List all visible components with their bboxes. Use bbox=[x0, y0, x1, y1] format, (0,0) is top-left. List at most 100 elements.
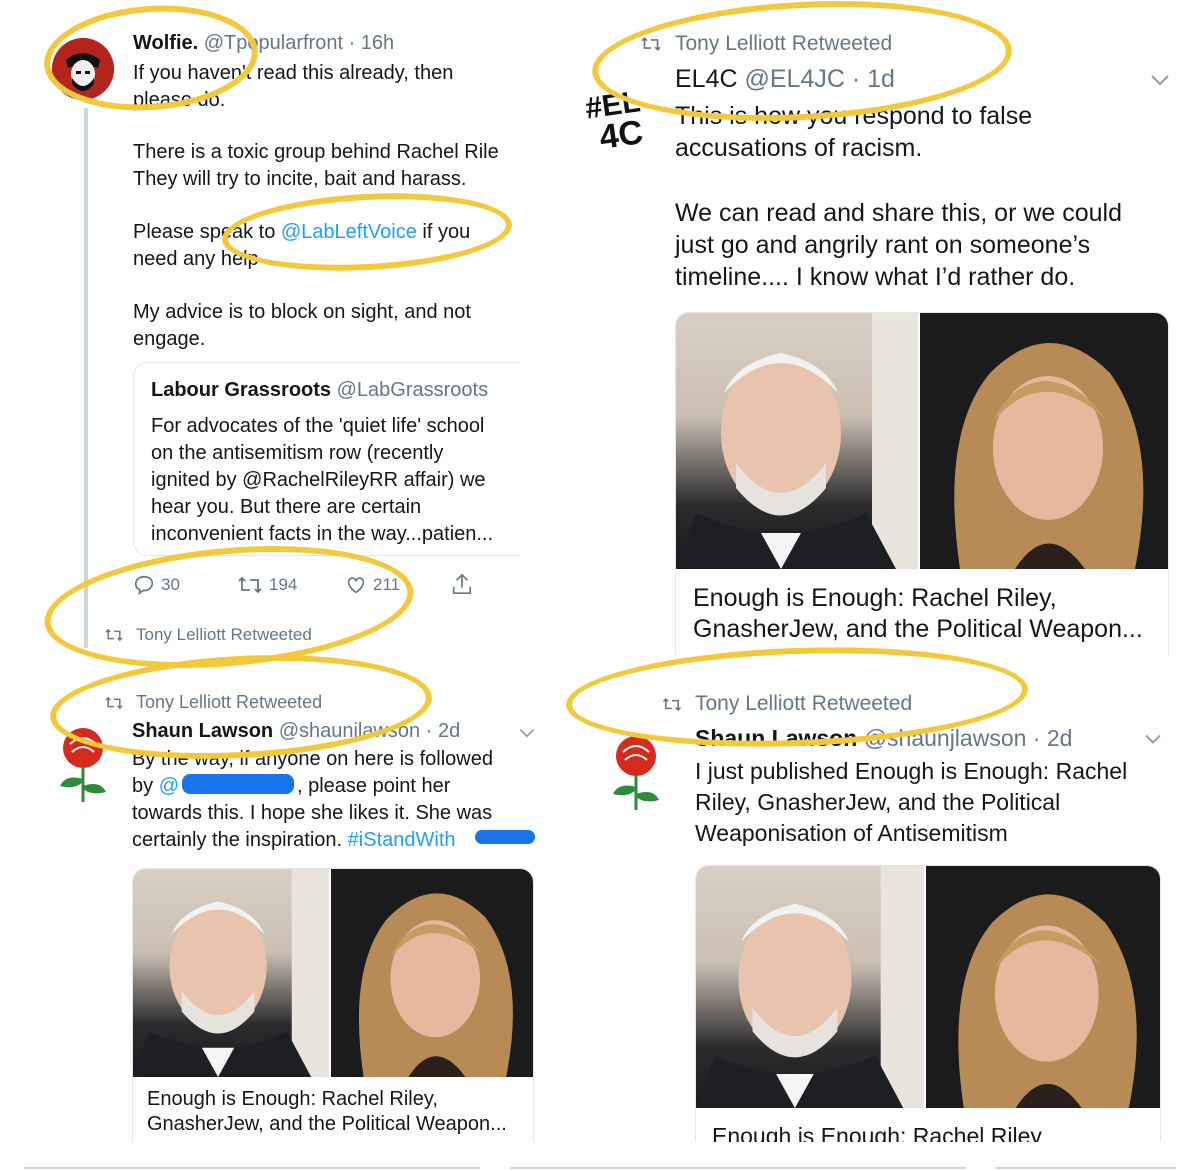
card-image-left bbox=[133, 869, 329, 1077]
portrait-woman-icon bbox=[958, 894, 1137, 1108]
tweet-text-span: by bbox=[132, 775, 159, 797]
handle[interactable]: @EL4JC bbox=[745, 65, 845, 93]
reply-button[interactable]: 30 bbox=[133, 574, 180, 596]
avatar-el4c[interactable]: #EL 4C bbox=[583, 82, 655, 157]
retweeted-by-label[interactable]: Tony Lelliott Retweeted bbox=[695, 692, 912, 716]
panel-top-left: Wolfie. @Tpopularfront · 16h If you have… bbox=[30, 0, 520, 660]
tweet-line: By the way, if anyone on here is followe… bbox=[132, 748, 493, 770]
portrait-woman-icon bbox=[358, 893, 513, 1077]
timestamp[interactable]: 2d bbox=[438, 720, 460, 742]
retweet-icon bbox=[238, 576, 262, 594]
tweet-line: engage. bbox=[133, 328, 206, 350]
retweeted-by-label[interactable]: Tony Lelliott Retweeted bbox=[675, 32, 892, 56]
retweet-button[interactable]: 194 bbox=[237, 574, 297, 596]
display-name[interactable]: Shaun Lawson bbox=[132, 720, 273, 742]
link-card[interactable]: Enough is Enough: Rachel Riley bbox=[695, 865, 1161, 1142]
quoted-line: For advocates of the 'quiet life' school bbox=[151, 415, 485, 437]
retweet-icon bbox=[105, 696, 123, 709]
card-title: Enough is Enough: Rachel Riley, GnasherJ… bbox=[147, 1087, 507, 1137]
link-card[interactable]: Enough is Enough: Rachel Riley, GnasherJ… bbox=[675, 312, 1169, 655]
tweet-body: I just published Enough is Enough: Rache… bbox=[695, 756, 1127, 849]
quoted-line: hear you. But there are certain bbox=[151, 496, 422, 518]
panel-bottom-left: Tony Lelliott Retweeted Shaun Lawson @sh… bbox=[30, 672, 540, 1142]
thread-line bbox=[84, 108, 88, 648]
tweet-header: Shaun Lawson @shaunjlawson · 2d bbox=[132, 720, 461, 742]
el4c-logo-icon: #EL 4C bbox=[583, 85, 645, 157]
quoted-handle[interactable]: @LabGrassroots bbox=[337, 379, 488, 401]
tweet-line: My advice is to block on sight, and not bbox=[133, 301, 471, 323]
link-card[interactable]: Enough is Enough: Rachel Riley, GnasherJ… bbox=[132, 868, 534, 1142]
tweet-line: They will try to incite, bait and harass… bbox=[133, 168, 467, 190]
timestamp[interactable]: 1d bbox=[867, 65, 895, 93]
card-title: Enough is Enough: Rachel Riley bbox=[712, 1122, 1042, 1142]
tweet-line: timeline.... I know what I’d rather do. bbox=[675, 263, 1076, 291]
tweet-paragraph: Please speak to @LabLeftVoice if you nee… bbox=[133, 219, 520, 273]
quoted-tweet[interactable]: Labour Grassroots @LabGrassroots For adv… bbox=[133, 362, 520, 556]
retweeted-by-label[interactable]: Tony Lelliott Retweeted bbox=[136, 625, 312, 645]
panel-top-right: Tony Lelliott Retweeted #EL 4C EL4C @EL4… bbox=[583, 0, 1200, 655]
tweet-text-span: Please speak to bbox=[133, 221, 281, 243]
portrait-woman-icon bbox=[954, 343, 1144, 569]
tweet-text-span: certainly the inspiration. bbox=[132, 829, 348, 851]
tweet-line: There is a toxic group behind Rachel Ril… bbox=[133, 141, 499, 163]
card-title: Enough is Enough: Rachel Riley, GnasherJ… bbox=[693, 583, 1143, 645]
tweet-body: If you haven't read this already, then p… bbox=[133, 60, 520, 114]
handle[interactable]: @shaunjlawson bbox=[279, 720, 421, 742]
avatar-rose[interactable] bbox=[601, 732, 671, 812]
card-title-line: GnasherJew, and the Political Weapon... bbox=[147, 1113, 507, 1135]
chevron-down-icon[interactable] bbox=[518, 726, 536, 740]
quoted-body: For advocates of the 'quiet life' school… bbox=[151, 413, 493, 548]
tweet-line: If you haven't read this already, then bbox=[133, 62, 454, 84]
avatar-wolfie[interactable] bbox=[52, 38, 114, 100]
retweet-icon bbox=[641, 37, 661, 51]
tweet-line: We can read and share this, or we could bbox=[675, 199, 1123, 227]
portrait-man-icon bbox=[676, 313, 918, 569]
tweet-line: I just published Enough is Enough: Rache… bbox=[695, 758, 1128, 784]
display-name[interactable]: EL4C bbox=[675, 65, 738, 93]
card-image-right bbox=[926, 866, 1160, 1108]
tweet-line: please do. bbox=[133, 89, 226, 111]
retweeted-by-row: Tony Lelliott Retweeted bbox=[104, 625, 312, 645]
retweeted-by-row: Tony Lelliott Retweeted bbox=[104, 692, 322, 713]
quoted-line: inconvenient facts in the way...patien..… bbox=[151, 523, 494, 545]
portrait-man-icon bbox=[133, 869, 329, 1077]
heart-icon bbox=[347, 577, 365, 594]
quoted-line: on the antisemitism row (recently bbox=[151, 442, 444, 464]
avatar-portrait-icon bbox=[52, 38, 114, 100]
tweet-header: Wolfie. @Tpopularfront · 16h bbox=[133, 32, 395, 54]
timestamp[interactable]: 16h bbox=[361, 32, 394, 54]
tweet-paragraph: My advice is to block on sight, and not … bbox=[133, 299, 520, 353]
tweet-line: need any help bbox=[133, 248, 259, 270]
quoted-display-name[interactable]: Labour Grassroots bbox=[151, 379, 331, 401]
tweet-body: By the way, if anyone on here is followe… bbox=[132, 746, 493, 854]
mention-link[interactable]: @ bbox=[159, 775, 179, 797]
tweet-line: This is how you respond to false bbox=[675, 102, 1033, 130]
mention-link[interactable]: @LabLeftVoice bbox=[281, 221, 417, 243]
svg-text:4C: 4C bbox=[597, 113, 645, 152]
tweet-line: just go and angrily rant on someone’s bbox=[675, 231, 1091, 259]
red-rose-icon bbox=[60, 728, 106, 802]
card-image-left bbox=[696, 866, 924, 1108]
share-button[interactable] bbox=[451, 572, 479, 596]
tweet-text-span: if you bbox=[416, 221, 471, 243]
hashtag-link[interactable]: #iStandWith bbox=[348, 829, 456, 851]
retweet-icon bbox=[105, 628, 123, 642]
tweet-paragraph: We can read and share this, or we could … bbox=[675, 197, 1122, 293]
like-button[interactable]: 211 bbox=[345, 574, 400, 596]
avatar-rose[interactable] bbox=[48, 724, 118, 804]
display-name[interactable]: Wolfie. bbox=[133, 32, 198, 54]
share-icon bbox=[452, 573, 472, 594]
reply-icon bbox=[134, 575, 154, 596]
handle[interactable]: @Tpopularfront bbox=[204, 32, 343, 54]
divider bbox=[24, 1167, 480, 1169]
display-name[interactable]: Shaun Lawson bbox=[695, 725, 857, 751]
retweeted-by-label[interactable]: Tony Lelliott Retweeted bbox=[136, 692, 322, 713]
portrait-man-icon bbox=[696, 866, 924, 1108]
handle[interactable]: @shaunjlawson bbox=[864, 725, 1027, 751]
card-image-right bbox=[920, 313, 1168, 569]
tweet-line: Riley, GnasherJew, and the Political bbox=[695, 789, 1061, 815]
timestamp[interactable]: 2d bbox=[1047, 725, 1073, 751]
chevron-down-icon[interactable] bbox=[1149, 72, 1171, 88]
chevron-down-icon[interactable] bbox=[1143, 732, 1163, 746]
retweeted-by-row: Tony Lelliott Retweeted bbox=[639, 32, 892, 56]
